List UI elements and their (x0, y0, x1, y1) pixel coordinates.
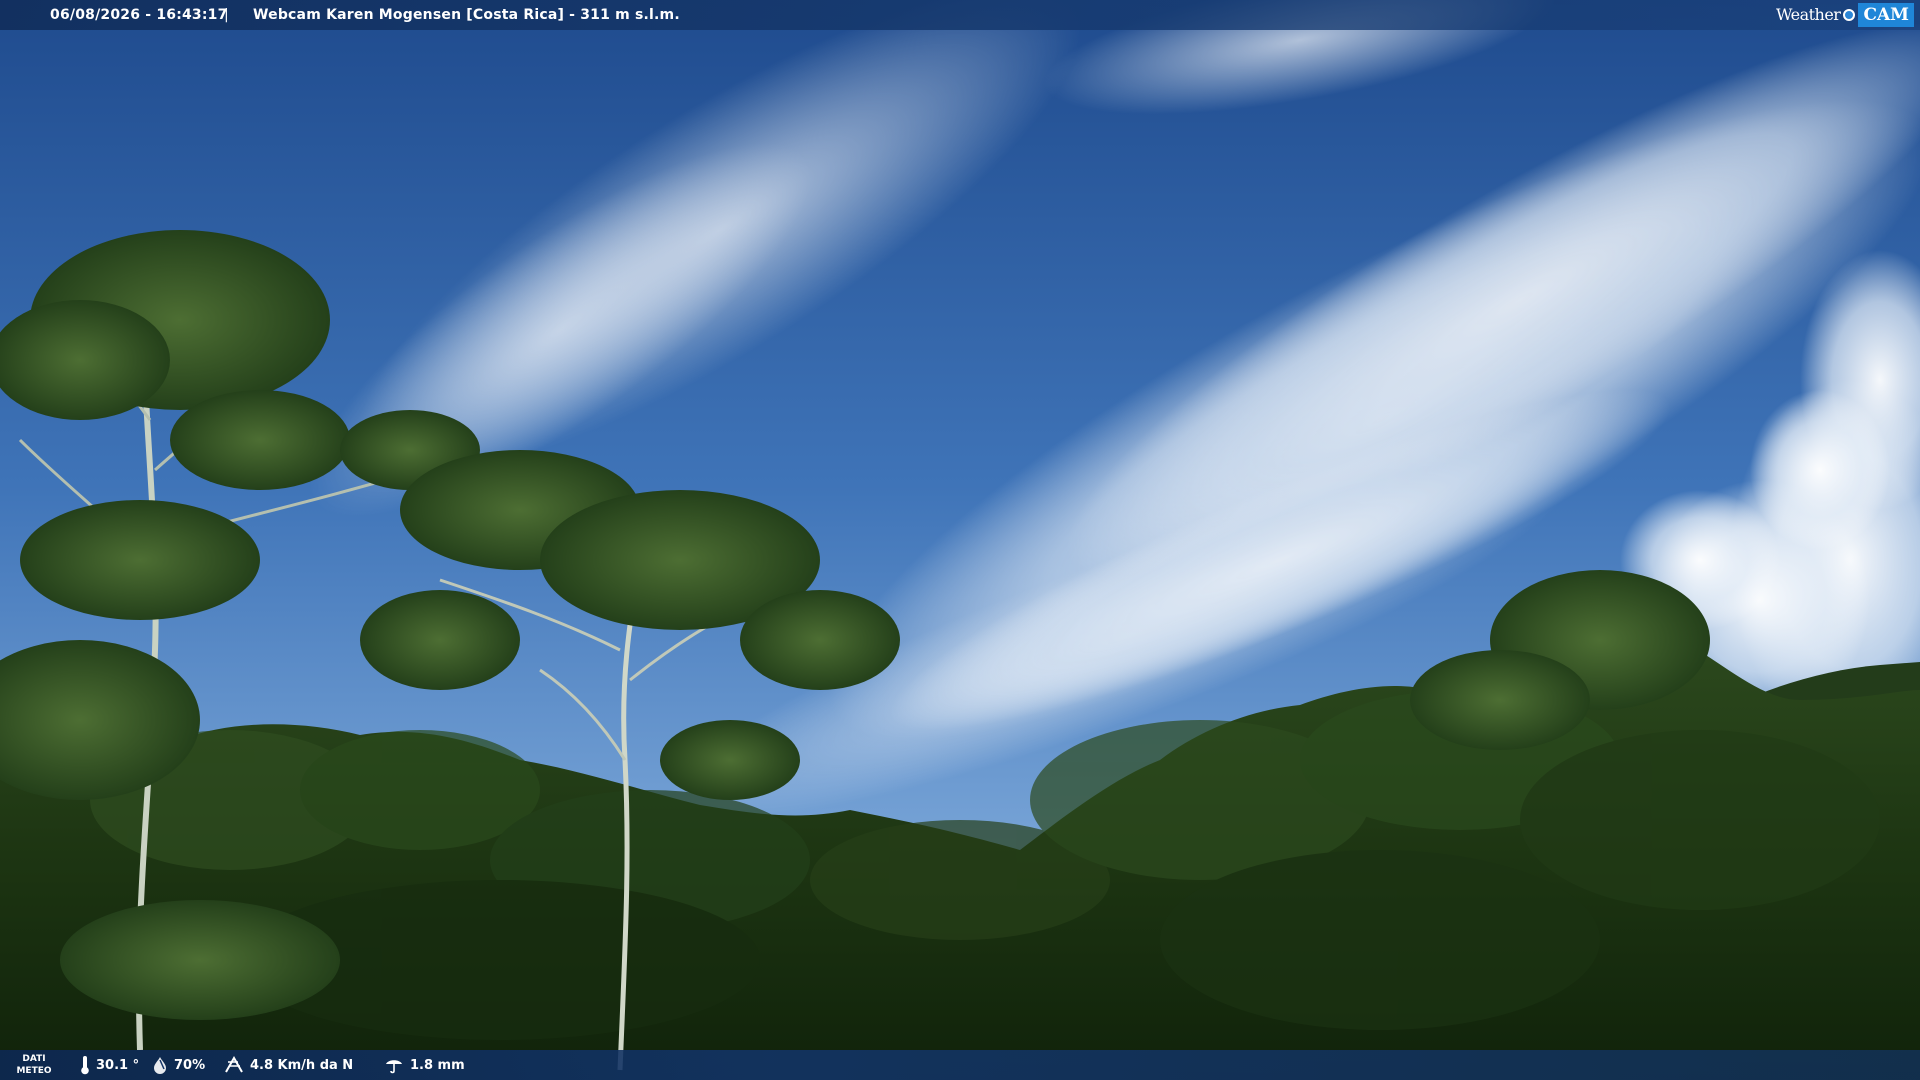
rain-reading: 1.8 mm (384, 1050, 465, 1080)
timestamp: 06/08/2026 - 16:43:17 (50, 7, 228, 23)
weather-data-bar: DATI METEO 30.1 ° 70% 4.8 Km/h da N 1.8 … (0, 1050, 1920, 1080)
wind-value: 4.8 Km/h da N (250, 1057, 354, 1073)
webcam-title: Webcam Karen Mogensen [Costa Rica] - 311… (253, 7, 680, 23)
top-info-bar: 06/08/2026 - 16:43:17 | Webcam Karen Mog… (0, 0, 1920, 30)
temperature-reading: 30.1 ° (80, 1050, 139, 1080)
dati-label-line-1: DATI (22, 1054, 46, 1064)
drop-icon (154, 1057, 166, 1074)
rain-gauge-icon (386, 1060, 402, 1074)
wind-icon (225, 1056, 243, 1073)
humidity-reading: 70% (152, 1050, 205, 1080)
brand-badge: CAM (1858, 3, 1914, 27)
globe-icon (1843, 9, 1856, 21)
wind-reading: 4.8 Km/h da N (224, 1050, 353, 1080)
landscape-scene (0, 0, 1920, 1080)
dati-label-line-2: METEO (16, 1066, 52, 1076)
thermometer-icon (81, 1056, 89, 1075)
weathercam-logo: Weather CAM (1766, 0, 1920, 30)
dati-meteo-label: DATI METEO (10, 1053, 58, 1077)
webcam-image (0, 0, 1920, 1080)
rain-value: 1.8 mm (410, 1057, 465, 1073)
separator: | (224, 7, 229, 23)
temperature-value: 30.1 ° (96, 1057, 140, 1073)
humidity-value: 70% (174, 1057, 206, 1073)
brand-word: Weather (1775, 5, 1841, 24)
